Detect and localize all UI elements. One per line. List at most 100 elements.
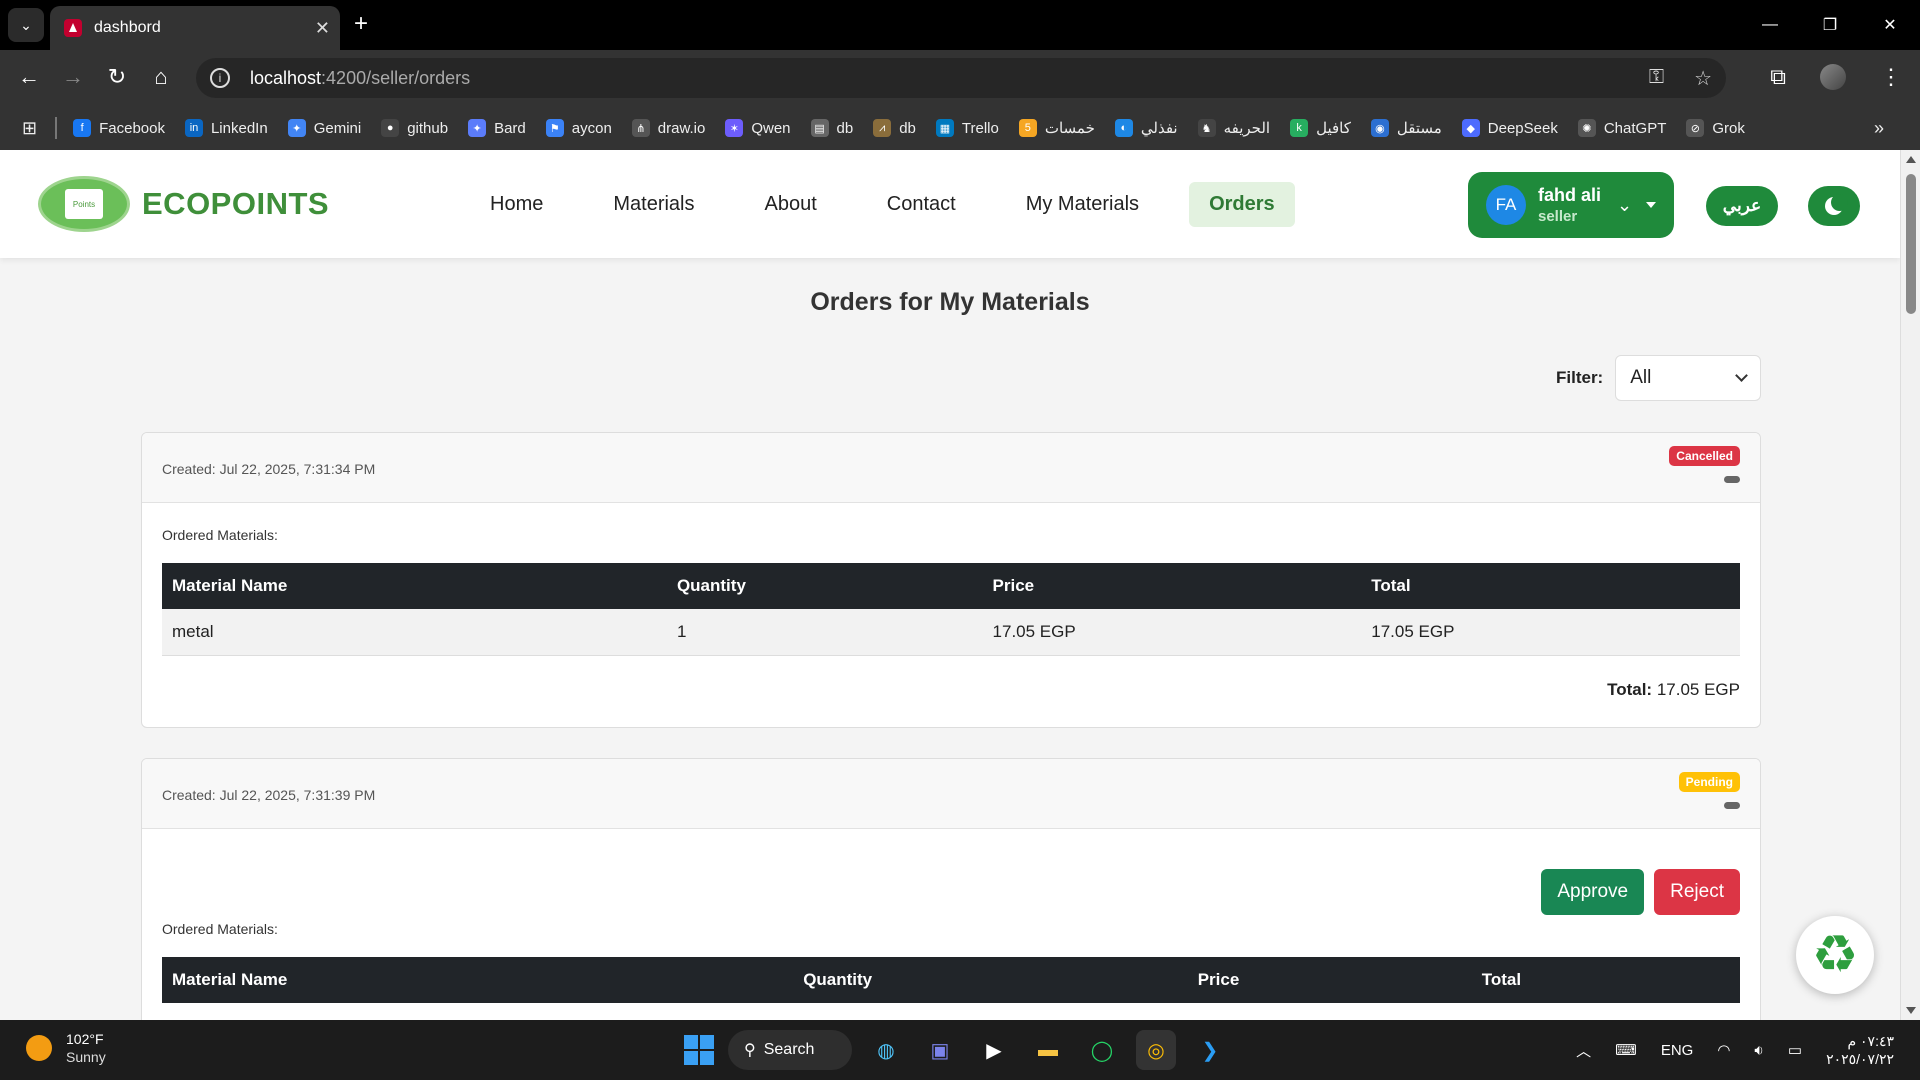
bookmark-item[interactable]: ✶ Qwen <box>725 119 791 137</box>
nav-contact[interactable]: Contact <box>867 182 976 227</box>
battery-icon[interactable]: ▭ <box>1788 1041 1802 1059</box>
bookmark-label: Facebook <box>99 119 165 137</box>
bookmark-item[interactable]: ▦ Trello <box>935 119 999 137</box>
scroll-up-icon[interactable] <box>1906 156 1916 163</box>
weather-widget[interactable]: 102°F Sunny <box>26 1030 106 1066</box>
window-controls: — ❐ ✕ <box>1740 0 1920 50</box>
column-header-quantity: Quantity <box>666 563 983 609</box>
whatsapp-icon[interactable]: ◯ <box>1082 1030 1122 1070</box>
dark-mode-toggle-button[interactable] <box>1808 186 1860 226</box>
url-host: localhost <box>250 67 322 88</box>
chevron-more-icon[interactable]: » <box>1874 118 1884 139</box>
collapse-toggle[interactable] <box>1724 476 1740 483</box>
nav-home[interactable]: Home <box>470 182 563 227</box>
reject-button[interactable]: Reject <box>1654 869 1740 915</box>
keyboard-icon[interactable]: ⌨ <box>1615 1041 1637 1059</box>
close-window-icon[interactable]: ✕ <box>1860 0 1920 50</box>
bookmark-item[interactable]: k كافيل <box>1290 119 1351 137</box>
extensions-puzzle-icon[interactable]: ⧉ <box>1770 64 1786 90</box>
bookmark-label: خمسات <box>1044 120 1095 137</box>
bookmark-label: ChatGPT <box>1603 119 1667 137</box>
chevron-down-icon <box>1735 369 1749 382</box>
bookmark-item[interactable]: ◉ مستقل <box>1370 119 1442 137</box>
back-arrow-icon[interactable]: ← <box>14 64 44 90</box>
filter-selected-value: All <box>1630 367 1652 388</box>
bookmark-item[interactable]: ⚑ aycon <box>545 119 612 137</box>
recycle-floating-button[interactable]: ♻ <box>1796 916 1874 994</box>
caret-down-icon <box>1646 202 1657 208</box>
globe-app-icon[interactable]: ◍ <box>866 1030 906 1070</box>
site-logo[interactable]: Points ECOPOINTS <box>38 176 329 232</box>
chevron-up-icon[interactable]: ︿ <box>1576 1040 1591 1061</box>
user-avatar: FA <box>1486 185 1526 225</box>
bookmark-item[interactable]: ● github <box>381 119 448 137</box>
chrome-icon[interactable]: ◎ <box>1136 1030 1176 1070</box>
bookmark-item[interactable]: ⊘ Grok <box>1686 119 1745 137</box>
wifi-icon[interactable]: ◠ <box>1717 1041 1730 1059</box>
system-tray: ︿ ⌨ ENG ◠ 🔉︎ ▭ ٠٧:٤٣ م ٢٠٢٥/٠٧/٢٢ <box>1576 1020 1920 1080</box>
clock-date: ٢٠٢٥/٠٧/٢٢ <box>1826 1051 1894 1067</box>
column-header-material-name: Material Name <box>162 957 794 1003</box>
order-card-body: Ordered Materials: Material Name Quantit… <box>142 503 1760 700</box>
bookmark-item[interactable]: ◐ نفذلي <box>1114 119 1178 137</box>
minimize-icon[interactable]: — <box>1740 0 1800 50</box>
bookmark-item[interactable]: ✦ Gemini <box>287 119 362 137</box>
bookmark-favicon-icon: f <box>73 119 92 137</box>
kebab-menu-icon[interactable]: ⋮ <box>1880 64 1902 90</box>
column-header-material-name: Material Name <box>162 563 667 609</box>
page-scrollbar[interactable] <box>1900 150 1920 1020</box>
browser-tab-active[interactable]: dashbord ✕ <box>50 6 340 50</box>
bookmark-item[interactable]: ▤ db <box>810 119 853 137</box>
taskbar-search[interactable]: ⚲ Search <box>728 1030 852 1070</box>
bookmark-item[interactable]: f Facebook <box>73 119 165 137</box>
nav-about[interactable]: About <box>745 182 837 227</box>
bookmark-item[interactable]: ⋔ draw.io <box>631 119 705 137</box>
collapse-toggle[interactable] <box>1724 802 1740 809</box>
bookmark-item[interactable]: ✦ Bard <box>468 119 526 137</box>
site-info-icon[interactable]: i <box>210 68 230 88</box>
bookmark-item[interactable]: ⩘ db <box>873 119 916 137</box>
system-clock[interactable]: ٠٧:٤٣ م ٢٠٢٥/٠٧/٢٢ <box>1826 1032 1894 1068</box>
bookmark-item[interactable]: ◆ DeepSeek <box>1461 119 1558 137</box>
forward-arrow-icon[interactable]: → <box>58 64 88 90</box>
windows-start-icon[interactable] <box>684 1035 714 1065</box>
bookmark-item[interactable]: ♞ الحريفه <box>1197 119 1270 137</box>
star-bookmark-icon[interactable]: ☆ <box>1694 66 1712 91</box>
bookmark-item[interactable]: ✺ ChatGPT <box>1577 119 1667 137</box>
close-tab-icon[interactable]: ✕ <box>315 18 330 39</box>
media-player-icon[interactable]: ▶ <box>974 1030 1014 1070</box>
tab-search-button[interactable]: ⌄ <box>8 8 44 42</box>
bookmark-item[interactable]: 5 خمسات <box>1018 119 1095 137</box>
logo-badge-text: Points <box>65 189 103 219</box>
bookmark-favicon-icon: ⋔ <box>631 119 650 137</box>
restore-icon[interactable]: ❐ <box>1800 0 1860 50</box>
bookmark-label: Qwen <box>751 119 791 137</box>
teams-app-icon[interactable]: ▣ <box>920 1030 960 1070</box>
volume-icon[interactable]: 🔉︎ <box>1754 1042 1763 1059</box>
language-toggle-button[interactable]: عربي <box>1706 186 1778 226</box>
vscode-icon[interactable]: ❯ <box>1190 1030 1230 1070</box>
scrollbar-thumb[interactable] <box>1906 174 1916 314</box>
bookmark-favicon-icon: ◐ <box>1114 119 1133 137</box>
home-icon[interactable]: ⌂ <box>146 64 176 90</box>
filter-select[interactable]: All <box>1615 355 1762 401</box>
reload-icon[interactable]: ↻ <box>102 64 132 90</box>
user-menu-button[interactable]: FA fahd ali seller ⌄ <box>1468 172 1674 238</box>
bookmark-label: Gemini <box>313 119 362 137</box>
new-tab-button[interactable]: + <box>354 10 368 38</box>
bookmark-favicon-icon: k <box>1290 119 1309 137</box>
key-icon[interactable]: ⚿ <box>1649 66 1664 91</box>
approve-button[interactable]: Approve <box>1541 869 1645 915</box>
apps-grid-icon[interactable]: ⊞ <box>22 118 37 139</box>
nav-my-materials[interactable]: My Materials <box>1006 182 1159 227</box>
bookmark-item[interactable]: in LinkedIn <box>184 119 268 137</box>
nav-materials[interactable]: Materials <box>593 182 714 227</box>
cell-material-name: metal <box>162 609 667 656</box>
scroll-down-icon[interactable] <box>1906 1007 1916 1014</box>
profile-avatar[interactable] <box>1820 64 1846 90</box>
input-language[interactable]: ENG <box>1661 1042 1694 1059</box>
address-bar[interactable]: i localhost :4200/seller/orders ⚿ ☆ <box>196 58 1726 98</box>
file-explorer-icon[interactable]: ▬ <box>1028 1030 1068 1070</box>
order-actions: Approve Reject <box>1541 869 1740 915</box>
nav-orders[interactable]: Orders <box>1189 182 1295 227</box>
